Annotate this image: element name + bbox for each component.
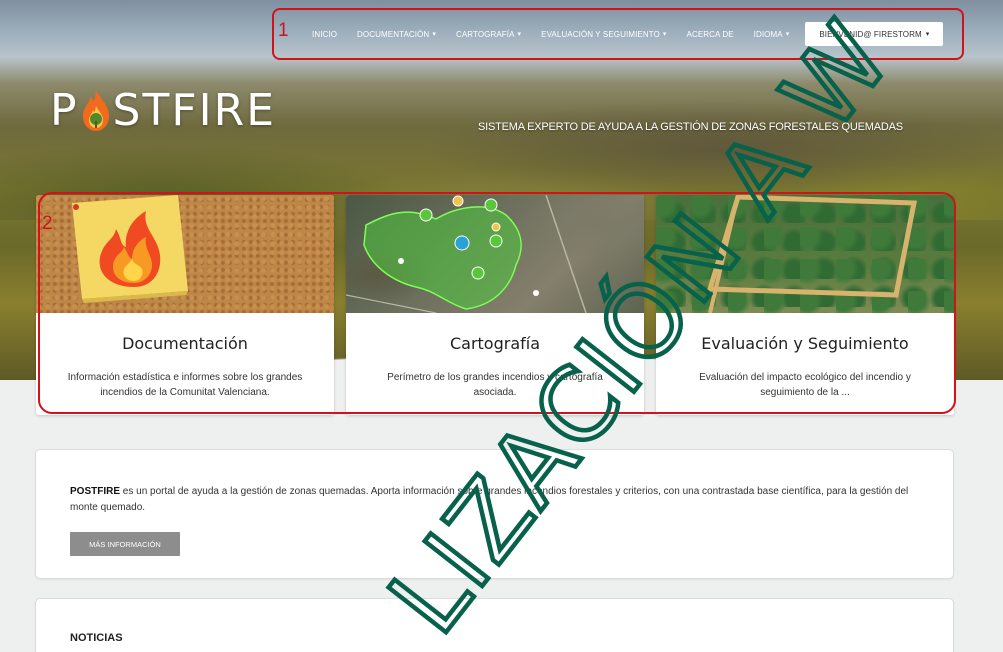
more-info-button[interactable]: MÁS INFORMACIÓN xyxy=(70,532,180,556)
annotation-number-1: 1 xyxy=(278,20,289,41)
intro-text: POSTFIRE es un portal de ayuda a la gest… xyxy=(70,484,930,516)
postfire-logo[interactable]: P STFIRE xyxy=(50,84,277,136)
intro-brand: POSTFIRE xyxy=(70,486,121,497)
logo-text-end: STFIRE xyxy=(112,84,277,136)
news-heading: NOTICIAS xyxy=(70,632,123,644)
annotation-number-2: 2 xyxy=(42,213,53,234)
annotation-box-1 xyxy=(272,8,964,60)
site-tagline: SISTEMA EXPERTO DE AYUDA A LA GESTIÓN DE… xyxy=(478,121,903,133)
annotation-box-2 xyxy=(38,192,956,414)
flame-logo-icon xyxy=(82,90,109,131)
news-panel: NOTICIAS xyxy=(35,598,954,652)
logo-text-start: P xyxy=(50,84,79,136)
intro-body: es un portal de ayuda a la gestión de zo… xyxy=(70,486,909,513)
intro-panel: POSTFIRE es un portal de ayuda a la gest… xyxy=(35,449,954,579)
